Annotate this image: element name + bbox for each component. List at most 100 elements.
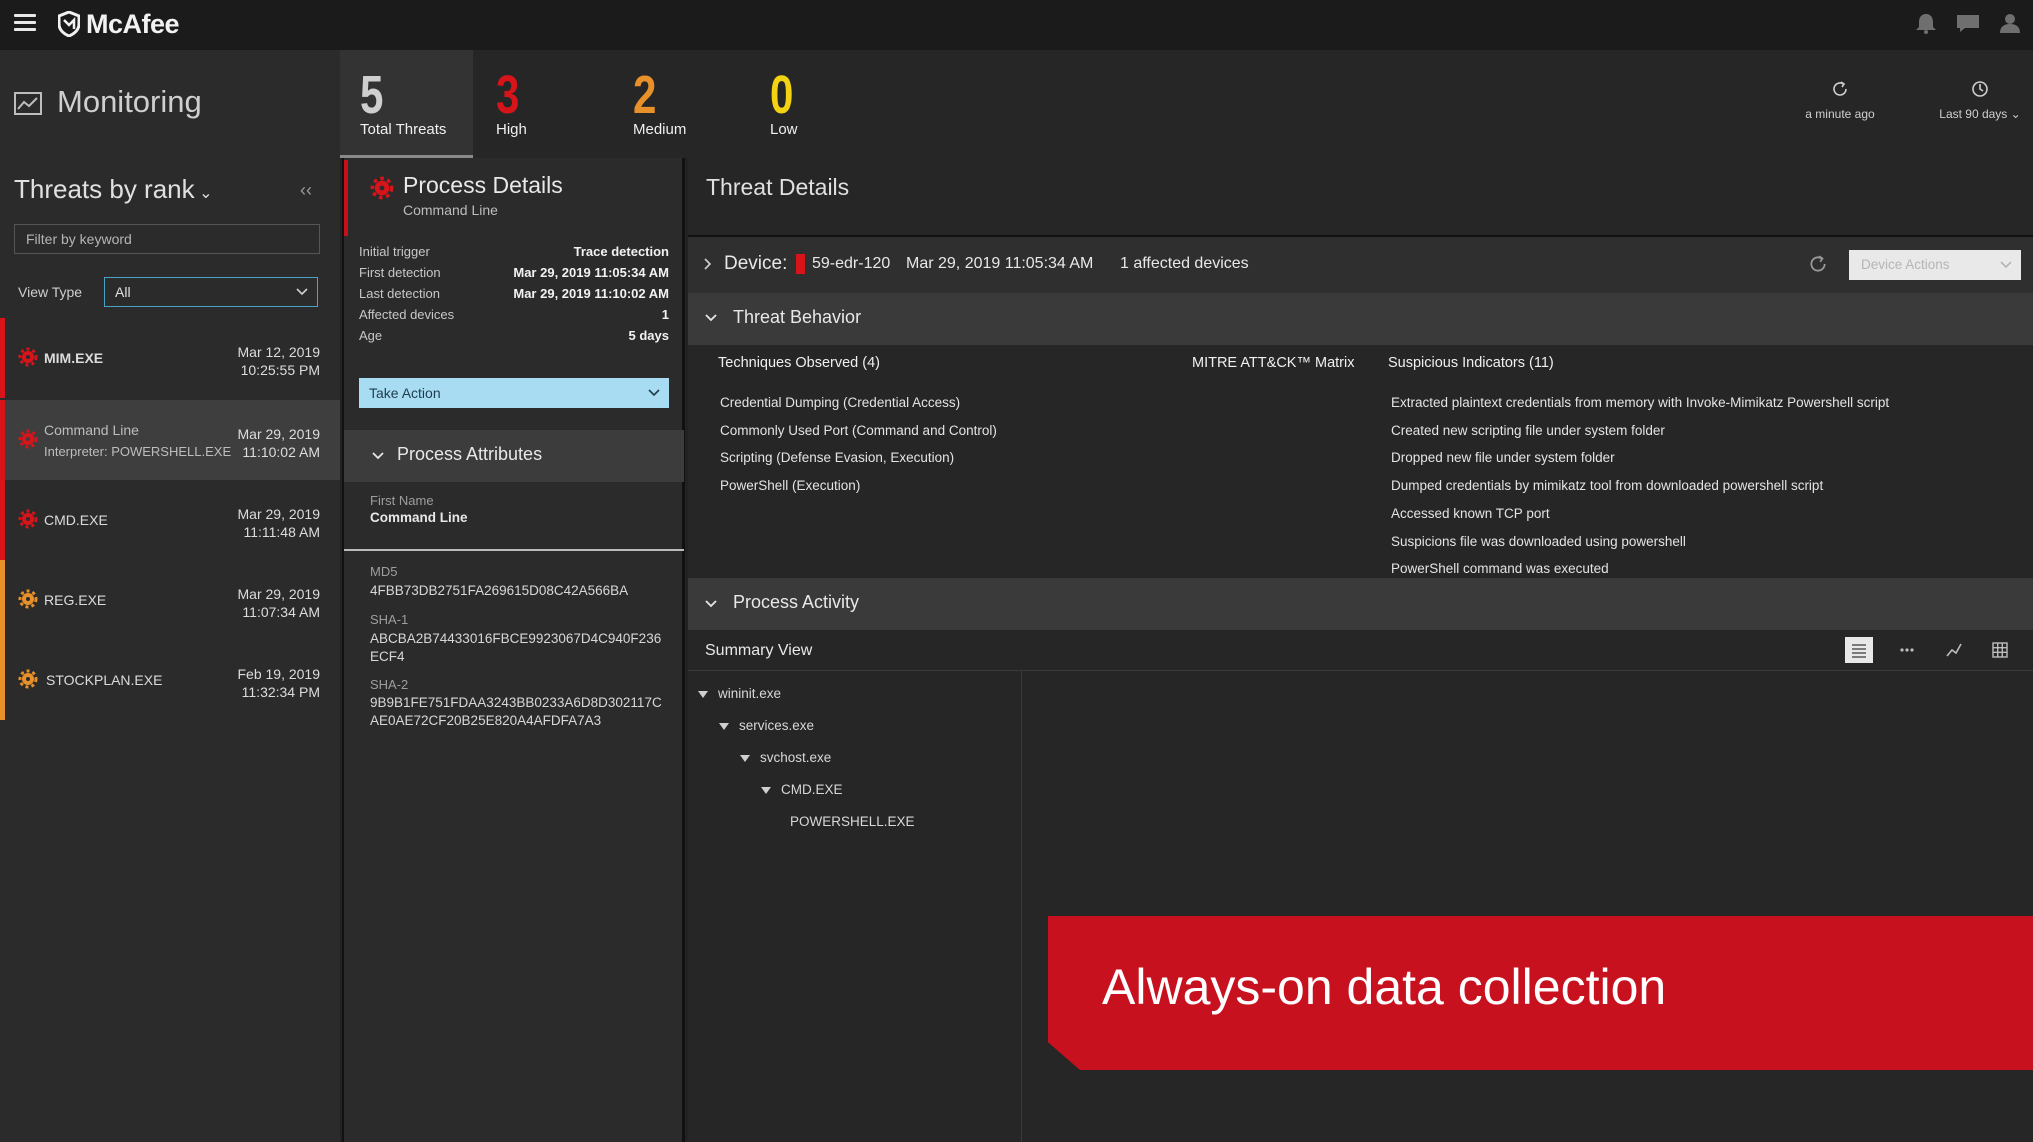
threat-behavior-title: Threat Behavior bbox=[733, 307, 862, 327]
indicator-item: Dumped credentials by mimikatz tool from… bbox=[1391, 478, 1824, 493]
device-date: Mar 29, 2019 11:05:34 AM bbox=[906, 255, 1094, 272]
tree-node[interactable]: wininit.exe bbox=[718, 686, 781, 701]
threat-name: MIM.EXE bbox=[44, 350, 104, 366]
take-action-label: Take Action bbox=[369, 385, 441, 401]
expand-triangle-icon[interactable] bbox=[719, 723, 729, 730]
expand-triangle-icon[interactable] bbox=[698, 691, 708, 698]
threat-date-day: Mar 12, 2019 bbox=[237, 344, 321, 360]
sha2-label: SHA-2 bbox=[370, 677, 409, 692]
detail-affected-devices: Affected devices 1 bbox=[359, 307, 669, 327]
monitoring-chart-icon bbox=[14, 92, 42, 115]
stat-low[interactable]: 0 Low bbox=[750, 50, 883, 158]
threat-name: STOCKPLAN.EXE bbox=[46, 672, 163, 688]
tree-node[interactable]: CMD.EXE bbox=[781, 782, 843, 797]
user-icon[interactable] bbox=[1997, 12, 2023, 34]
stat-label: Medium bbox=[633, 121, 687, 138]
chat-icon[interactable] bbox=[1955, 12, 1981, 34]
stat-value: 3 bbox=[496, 65, 520, 125]
threat-row-mim[interactable]: MIM.EXE Mar 12, 2019 10:25:55 PM bbox=[0, 318, 340, 398]
graph-view-button[interactable] bbox=[1940, 637, 1968, 663]
bell-icon[interactable] bbox=[1913, 12, 1939, 34]
chevron-down-icon bbox=[648, 389, 660, 397]
device-severity-flag bbox=[796, 254, 805, 274]
chevron-down-icon[interactable] bbox=[703, 596, 719, 612]
threat-date-day: Mar 29, 2019 bbox=[237, 426, 321, 442]
threat-name: REG.EXE bbox=[44, 592, 107, 608]
technique-item: Commonly Used Port (Command and Control) bbox=[720, 423, 997, 438]
tree-node[interactable]: POWERSHELL.EXE bbox=[790, 814, 915, 829]
stat-label: High bbox=[496, 121, 527, 138]
detail-value: Trace detection bbox=[573, 244, 669, 259]
chevron-down-icon[interactable] bbox=[370, 448, 386, 464]
device-actions-dropdown[interactable]: Device Actions bbox=[1849, 250, 2021, 280]
threat-date-day: Mar 29, 2019 bbox=[237, 586, 321, 602]
detail-value: Mar 29, 2019 11:05:34 AM bbox=[513, 265, 669, 280]
refresh-control[interactable]: a minute ago bbox=[1800, 80, 1880, 121]
mitre-matrix-link[interactable]: MITRE ATT&CK™ Matrix bbox=[1192, 355, 1354, 371]
process-activity-title: Process Activity bbox=[733, 592, 860, 612]
techniques-header[interactable]: Techniques Observed (4) bbox=[718, 355, 880, 371]
stat-value: 0 bbox=[770, 65, 794, 125]
indicators-header[interactable]: Suspicious Indicators (11) bbox=[1388, 355, 1554, 371]
tree-node[interactable]: svchost.exe bbox=[760, 750, 831, 765]
shield-logo-icon bbox=[58, 11, 80, 37]
threat-date-time: 11:07:34 AM bbox=[242, 604, 320, 620]
indicator-item: Accessed known TCP port bbox=[1391, 506, 1550, 521]
sha2-value: 9B9B1FE751FDAA3243BB0233A6D8D302117CAE0A… bbox=[370, 695, 662, 728]
threat-behavior-header[interactable] bbox=[688, 293, 2033, 345]
threat-row-cmd[interactable]: CMD.EXE Mar 29, 2019 11:11:48 AM bbox=[0, 480, 340, 560]
threat-name: CMD.EXE bbox=[44, 512, 108, 528]
stat-medium[interactable]: 2 Medium bbox=[613, 50, 746, 158]
divider bbox=[344, 549, 684, 551]
refresh-icon[interactable] bbox=[1808, 254, 1828, 274]
severity-stripe bbox=[344, 160, 348, 236]
table-view-button[interactable] bbox=[1986, 637, 2014, 663]
chevron-right-icon[interactable] bbox=[702, 256, 714, 272]
summary-view-label: Summary View bbox=[705, 642, 813, 659]
process-gear-icon bbox=[370, 176, 394, 200]
process-attributes-title: Process Attributes bbox=[397, 444, 543, 464]
filter-keyword-input[interactable] bbox=[14, 224, 320, 254]
threat-gear-icon bbox=[18, 589, 38, 609]
sha1-label: SHA-1 bbox=[370, 612, 409, 627]
technique-item: PowerShell (Execution) bbox=[720, 478, 861, 493]
expand-triangle-icon[interactable] bbox=[740, 755, 750, 762]
top-bar bbox=[0, 0, 2033, 50]
threats-by-rank-dropdown[interactable]: Threats by rank ⌄ bbox=[14, 174, 213, 205]
threat-row-command-line[interactable]: Command Line Interpreter: POWERSHELL.EXE… bbox=[0, 400, 340, 480]
tree-node[interactable]: services.exe bbox=[739, 718, 814, 733]
stat-high[interactable]: 3 High bbox=[476, 50, 609, 158]
stat-label: Low bbox=[770, 121, 798, 138]
timeline-view-button[interactable] bbox=[1893, 637, 1921, 663]
indicator-item: Extracted plaintext credentials from mem… bbox=[1391, 395, 1890, 410]
chevron-down-icon bbox=[296, 288, 308, 296]
threat-date-time: 11:32:34 PM bbox=[241, 684, 320, 700]
view-type-select[interactable]: All bbox=[104, 277, 318, 307]
expand-triangle-icon[interactable] bbox=[761, 787, 771, 794]
detail-key: Last detection bbox=[359, 286, 440, 301]
threat-row-stockplan[interactable]: STOCKPLAN.EXE Feb 19, 2019 11:32:34 PM bbox=[0, 640, 340, 720]
divider bbox=[1021, 671, 1022, 1142]
chevron-down-icon[interactable] bbox=[703, 310, 719, 326]
indicator-item: Suspicions file was downloaded using pow… bbox=[1391, 534, 1686, 549]
chevron-down-icon: ⌄ bbox=[194, 185, 213, 202]
process-activity-header[interactable] bbox=[688, 578, 2033, 630]
time-range-control[interactable]: Last 90 days ⌄ bbox=[1930, 80, 2030, 121]
process-details-subtitle: Command Line bbox=[403, 202, 498, 218]
collapse-panel-icon[interactable]: ‹‹ bbox=[300, 180, 312, 201]
list-view-button[interactable] bbox=[1845, 637, 1873, 663]
threats-title: Threats by rank bbox=[14, 174, 195, 204]
detail-key: First detection bbox=[359, 265, 441, 280]
stat-total-threats[interactable]: 5 Total Threats bbox=[340, 50, 473, 158]
indicator-item: Created new scripting file under system … bbox=[1391, 423, 1665, 438]
menu-icon[interactable] bbox=[14, 14, 36, 32]
md5-label: MD5 bbox=[370, 564, 398, 579]
severity-stripe bbox=[0, 560, 5, 640]
severity-stripe bbox=[0, 318, 5, 398]
threat-date: Mar 29, 2019 11:11:48 AM bbox=[238, 505, 321, 541]
technique-item: Scripting (Defense Evasion, Execution) bbox=[720, 450, 955, 465]
threat-date-time: 11:11:48 AM bbox=[243, 524, 320, 540]
take-action-dropdown[interactable]: Take Action bbox=[359, 378, 669, 408]
view-type-value: All bbox=[115, 284, 131, 300]
threat-row-reg[interactable]: REG.EXE Mar 29, 2019 11:07:34 AM bbox=[0, 560, 340, 640]
